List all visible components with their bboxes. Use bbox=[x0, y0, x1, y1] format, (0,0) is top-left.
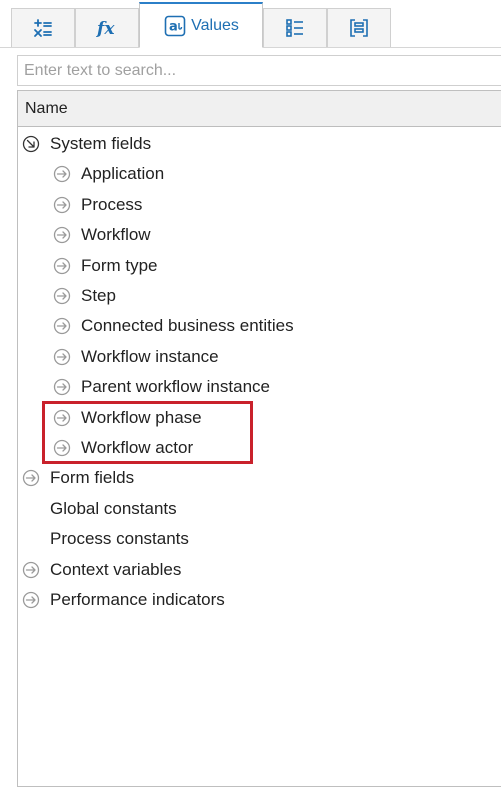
tree-item[interactable]: Process bbox=[53, 191, 142, 219]
collapsed-arrow-icon[interactable] bbox=[53, 409, 71, 427]
list-icon bbox=[286, 19, 303, 37]
collapsed-arrow-icon[interactable] bbox=[53, 257, 71, 275]
tab-values[interactable]: a Values bbox=[139, 2, 263, 48]
column-header-name[interactable]: Name bbox=[18, 91, 501, 127]
tree-item-label: Step bbox=[81, 286, 116, 305]
tab-operators[interactable] bbox=[11, 8, 75, 47]
values-picker-panel: fx a Values Enter text to search... Name… bbox=[0, 0, 501, 787]
tab-list[interactable] bbox=[263, 8, 327, 47]
tab-brackets[interactable] bbox=[327, 8, 391, 47]
tree-item-label: Performance indicators bbox=[50, 590, 225, 609]
tree-item-label: Global constants bbox=[50, 498, 177, 518]
tab-values-label: Values bbox=[191, 16, 239, 34]
tree-item-label: Form fields bbox=[50, 468, 135, 488]
collapsed-arrow-icon[interactable] bbox=[53, 439, 71, 457]
bracket-box-icon bbox=[350, 19, 368, 37]
collapsed-arrow-icon[interactable] bbox=[53, 287, 71, 305]
tree-item[interactable]: Connected business entities bbox=[53, 312, 294, 340]
tree-item[interactable]: Context variables bbox=[22, 556, 181, 584]
tree-item[interactable]: Workflow bbox=[53, 221, 151, 249]
tree-item[interactable]: Global constants bbox=[50, 495, 177, 523]
collapsed-arrow-icon[interactable] bbox=[53, 317, 71, 335]
collapsed-arrow-icon[interactable] bbox=[53, 165, 71, 183]
svg-text:fx: fx bbox=[96, 19, 115, 39]
tree-item[interactable]: System fields bbox=[22, 130, 151, 158]
tree-item-label: Connected business entities bbox=[81, 316, 294, 336]
search-box bbox=[17, 55, 501, 86]
tree-item-label: Process constants bbox=[50, 529, 189, 549]
tree-item-label: Form type bbox=[81, 255, 158, 275]
tab-bar: fx a Values bbox=[0, 0, 501, 48]
tree-item[interactable]: Parent workflow instance bbox=[53, 373, 270, 401]
operators-icon bbox=[34, 19, 52, 37]
tree-item-label: Parent workflow instance bbox=[81, 377, 270, 397]
tree-item[interactable]: Performance indicators bbox=[22, 586, 225, 614]
tree-item-label: Workflow instance bbox=[81, 346, 219, 366]
collapsed-arrow-icon[interactable] bbox=[53, 378, 71, 396]
search-input[interactable] bbox=[18, 56, 501, 85]
tree-item[interactable]: Workflow actor bbox=[53, 434, 193, 462]
tree-item-label: Workflow actor bbox=[81, 438, 194, 457]
function-icon: fx bbox=[96, 19, 115, 39]
collapsed-arrow-icon[interactable] bbox=[22, 561, 40, 579]
tree-item[interactable]: Application bbox=[53, 160, 164, 188]
tree-item-label: Context variables bbox=[50, 559, 182, 579]
tree-item[interactable]: Form type bbox=[53, 252, 158, 280]
tree-item[interactable]: Step bbox=[53, 282, 116, 310]
values-tree: Name System fields Application Process Work… bbox=[17, 90, 501, 787]
collapsed-arrow-icon[interactable] bbox=[53, 226, 71, 244]
tree-item-label: System fields bbox=[50, 134, 152, 153]
tree-item-label: Workflow phase bbox=[81, 407, 202, 427]
tree-item-label: Application bbox=[81, 164, 165, 184]
tree-item-label: Workflow bbox=[81, 225, 151, 245]
svg-text:a: a bbox=[169, 19, 178, 34]
tab-functions[interactable]: fx bbox=[75, 8, 139, 47]
tree-item[interactable]: Workflow phase bbox=[53, 404, 202, 432]
tree-item[interactable]: Process constants bbox=[50, 525, 189, 553]
expanded-arrow-icon[interactable] bbox=[22, 135, 40, 153]
collapsed-arrow-icon[interactable] bbox=[22, 469, 40, 487]
at-sign-icon: a bbox=[164, 15, 186, 36]
collapsed-arrow-icon[interactable] bbox=[53, 196, 71, 214]
collapsed-arrow-icon[interactable] bbox=[53, 348, 71, 366]
collapsed-arrow-icon[interactable] bbox=[22, 591, 40, 609]
tree-item[interactable]: Form fields bbox=[22, 464, 134, 492]
tree-item-label: Process bbox=[81, 194, 143, 214]
tree-item[interactable]: Workflow instance bbox=[53, 343, 219, 371]
